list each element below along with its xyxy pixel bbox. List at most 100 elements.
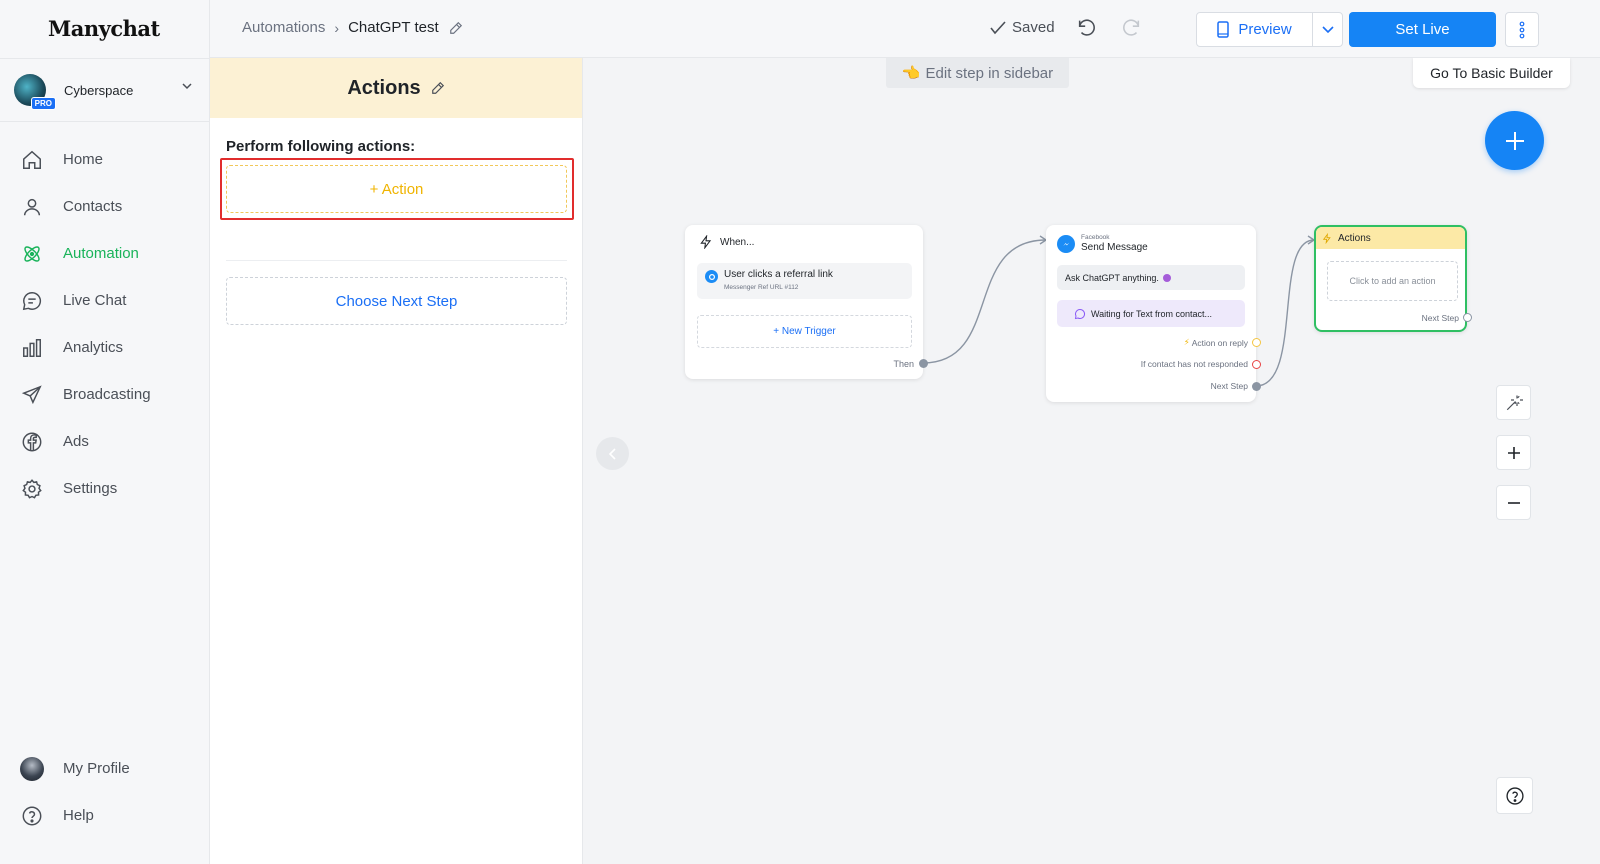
then-label: Then — [893, 359, 914, 369]
choose-next-step-button[interactable]: Choose Next Step — [226, 277, 567, 325]
minus-icon — [1507, 501, 1520, 504]
actions-node-header: Actions — [1316, 227, 1465, 249]
magic-wand-button[interactable] — [1496, 385, 1531, 420]
undo-icon[interactable] — [1076, 17, 1098, 44]
check-icon — [990, 20, 1006, 34]
preview-dropdown-button[interactable] — [1313, 13, 1342, 46]
nav-label: Live Chat — [63, 292, 127, 309]
message-bubble[interactable]: Ask ChatGPT anything. — [1057, 265, 1245, 290]
perform-actions-label: Perform following actions: — [226, 138, 416, 155]
phone-icon — [1217, 21, 1230, 38]
new-trigger-button[interactable]: + New Trigger — [697, 315, 912, 348]
redo-icon[interactable] — [1120, 17, 1142, 44]
automation-name: ChatGPT test — [348, 19, 439, 36]
canvas-help-button[interactable] — [1496, 777, 1533, 814]
output-next-step: Next Step — [1211, 381, 1248, 391]
nav-item-automation[interactable]: Automation — [0, 230, 210, 277]
magic-wand-icon — [1506, 395, 1523, 410]
paper-plane-icon — [20, 383, 44, 407]
output-not-responded: If contact has not responded — [1141, 359, 1248, 369]
profile-avatar — [20, 756, 44, 781]
add-step-button[interactable] — [1485, 111, 1544, 170]
panel-title: Actions — [347, 76, 421, 99]
nav-item-broadcasting[interactable]: Broadcasting — [0, 371, 210, 418]
bar-chart-icon — [20, 336, 44, 360]
send-message-header: Facebook Send Message — [1057, 234, 1148, 254]
topbar: Automations › ChatGPT test Saved Preview… — [210, 0, 1600, 58]
nav-label: My Profile — [63, 760, 130, 777]
output-label: Next Step — [1210, 381, 1248, 391]
edit-name-pencil-icon[interactable] — [449, 21, 463, 35]
send-message-node[interactable]: Facebook Send Message Ask ChatGPT anythi… — [1046, 225, 1261, 402]
nav-label: Analytics — [63, 339, 124, 356]
panel-header: Actions — [210, 58, 582, 118]
nav-item-settings[interactable]: Settings — [0, 465, 210, 512]
help-circle-icon — [20, 804, 44, 828]
lightning-icon — [1322, 232, 1331, 244]
action-on-reply-port[interactable] — [1252, 338, 1261, 347]
trigger-label: User clicks a referral link — [724, 269, 833, 280]
facebook-icon — [20, 430, 44, 454]
more-options-button[interactable] — [1505, 12, 1539, 47]
nav-label: Broadcasting — [63, 386, 151, 403]
preview-button-group: Preview — [1196, 12, 1343, 47]
nav-item-my-profile[interactable]: My Profile — [0, 745, 210, 792]
gear-icon — [20, 477, 44, 501]
send-message-source: Facebook — [1081, 234, 1110, 241]
user-icon — [20, 195, 44, 219]
trigger-node-title: When... — [720, 236, 755, 248]
nav-item-live-chat[interactable]: Live Chat — [0, 277, 210, 324]
nav-label: Help — [63, 807, 94, 824]
nav-item-analytics[interactable]: Analytics — [0, 324, 210, 371]
trigger-card[interactable]: User clicks a referral link Messenger Re… — [697, 263, 912, 299]
waiting-reply-block[interactable]: Waiting for Text from contact... — [1057, 300, 1245, 327]
actions-next-step-port[interactable] — [1463, 313, 1472, 322]
flow-canvas[interactable]: 👈 Edit step in sidebar Go To Basic Build… — [583, 58, 1600, 864]
breadcrumb: Automations › ChatGPT test — [242, 19, 463, 36]
plus-icon — [1505, 131, 1524, 150]
account-switcher[interactable]: PRO Cyberspace — [0, 58, 210, 122]
output-label: Action on reply — [1191, 337, 1248, 348]
trigger-sublabel: Messenger Ref URL #112 — [724, 284, 799, 291]
lightning-icon: ⚡ — [1183, 337, 1190, 347]
add-action-placeholder[interactable]: Click to add an action — [1327, 261, 1458, 301]
chevron-right-icon: › — [334, 19, 340, 36]
pro-badge: PRO — [30, 97, 56, 110]
trigger-node-header: When... — [699, 235, 754, 249]
output-label: If contact has not responded — [1140, 359, 1248, 369]
go-to-basic-builder-button[interactable]: Go To Basic Builder — [1413, 58, 1570, 88]
nav-label: Ads — [63, 433, 89, 450]
nav-item-contacts[interactable]: Contacts — [0, 183, 210, 230]
hint-label: Edit step in sidebar — [925, 64, 1054, 82]
zoom-in-button[interactable] — [1496, 435, 1531, 470]
not-responded-port[interactable] — [1252, 360, 1261, 369]
set-live-button[interactable]: Set Live — [1349, 12, 1496, 47]
home-icon — [20, 148, 44, 172]
sidebar: Manychat PRO Cyberspace Home Contacts Au… — [0, 0, 210, 864]
waiting-text: Waiting for Text from contact... — [1091, 308, 1213, 319]
chat-bubble-icon — [1074, 308, 1086, 319]
chevron-down-icon — [1321, 25, 1334, 33]
add-action-button[interactable]: + Action — [226, 165, 567, 213]
send-message-title: Send Message — [1081, 242, 1148, 253]
collapse-panel-button[interactable] — [596, 437, 629, 470]
preview-label: Preview — [1238, 21, 1292, 38]
manychat-logo[interactable]: Manychat — [48, 16, 160, 41]
chat-bubble-icon — [20, 289, 44, 313]
message-text: Ask ChatGPT anything. — [1065, 272, 1159, 283]
nav-item-home[interactable]: Home — [0, 136, 210, 183]
next-step-port[interactable] — [1252, 382, 1261, 391]
zoom-out-button[interactable] — [1496, 485, 1531, 520]
trigger-node[interactable]: When... User clicks a referral link Mess… — [685, 225, 928, 379]
nav-item-ads[interactable]: Ads — [0, 418, 210, 465]
actions-node[interactable]: Actions Click to add an action Next Step — [1314, 225, 1467, 332]
then-port[interactable] — [919, 359, 928, 368]
chevron-left-icon — [608, 447, 616, 460]
preview-button[interactable]: Preview — [1197, 13, 1313, 46]
lightning-icon — [700, 235, 712, 249]
actions-node-title: Actions — [1338, 232, 1371, 244]
breadcrumb-automations[interactable]: Automations — [242, 19, 325, 36]
nav-item-help[interactable]: Help — [0, 792, 210, 839]
messenger-icon — [1057, 235, 1075, 253]
edit-title-pencil-icon[interactable] — [431, 81, 445, 95]
